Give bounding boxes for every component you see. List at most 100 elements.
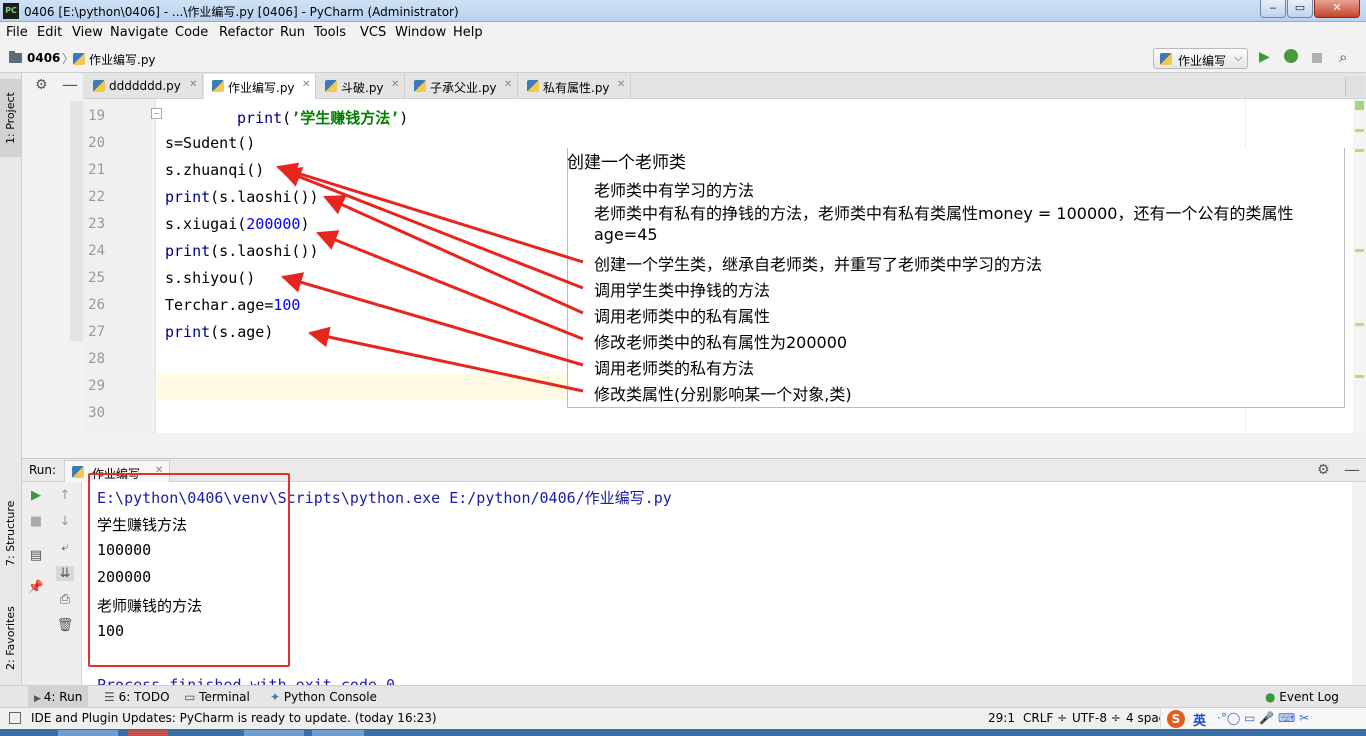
breadcrumb-project[interactable]: 0406 (27, 51, 60, 65)
gear-icon[interactable]: ⚙ (35, 77, 48, 93)
tab-label: ddddddd.py (109, 79, 181, 93)
taskbar-item[interactable] (58, 730, 118, 736)
python-file-icon (212, 80, 224, 92)
tab-siyou-shuxing[interactable]: 私有属性.py ✕ (519, 74, 631, 99)
menu-tools[interactable]: Tools (314, 25, 346, 40)
menu-window[interactable]: Window (395, 25, 446, 40)
close-icon[interactable]: ✕ (189, 79, 197, 90)
windows-taskbar (0, 729, 1366, 736)
menu-view[interactable]: View (72, 25, 103, 40)
caret-position[interactable]: 29:1 (988, 711, 1015, 725)
code-line-21: s.zhuanqi() (165, 161, 265, 179)
gear-icon[interactable]: ⚙ (1317, 462, 1330, 478)
tab-label: 斗破.py (341, 81, 384, 95)
input-method-toolbar: S 英 ·°◯ ▭ 🎤 ⌨ ✂ (1160, 708, 1366, 730)
menu-edit[interactable]: Edit (37, 25, 62, 40)
python-file-icon (73, 53, 85, 65)
stop-icon[interactable] (1312, 53, 1322, 63)
file-encoding[interactable]: UTF-8 ÷ (1072, 711, 1121, 725)
menu-run[interactable]: Run (280, 25, 305, 40)
warning-marker[interactable] (1355, 249, 1364, 252)
tool-tab-terminal[interactable]: ▭ Terminal (184, 690, 250, 704)
layout-icon[interactable]: ▤ (27, 548, 45, 563)
close-button[interactable]: ✕ (1314, 0, 1360, 18)
print-icon[interactable]: ⎙ (56, 592, 74, 607)
arrow-down-icon[interactable]: ↓ (56, 514, 74, 529)
tool-tab-todo[interactable]: ☰ 6: TODO (104, 690, 170, 704)
chevron-down-icon: ⌵ (1234, 51, 1243, 64)
status-message[interactable]: IDE and Plugin Updates: PyCharm is ready… (31, 711, 437, 725)
close-icon[interactable]: ✕ (617, 79, 625, 90)
tool-tab-run[interactable]: ▶ 4: Run (28, 686, 89, 708)
soft-wrap-icon[interactable]: ⤶ (56, 540, 74, 555)
maximize-button[interactable]: ▭ (1287, 0, 1313, 18)
tool-window-toggle-icon[interactable] (9, 712, 21, 724)
pycharm-logo-icon: PC (3, 3, 19, 19)
tab-doupo[interactable]: 斗破.py ✕ (317, 74, 405, 99)
line-number: 24 (88, 243, 105, 259)
close-icon[interactable]: ✕ (504, 79, 512, 90)
run-configuration-select[interactable]: 作业编写 ⌵ (1153, 48, 1248, 69)
line-number: 19 (88, 108, 105, 124)
annotation-item: 调用学生类中挣钱的方法 (594, 281, 771, 300)
close-icon[interactable]: ✕ (302, 79, 310, 90)
menu-file[interactable]: File (6, 25, 28, 40)
line-number: 21 (88, 162, 105, 178)
code-line-27: print(s.age) (165, 323, 274, 341)
line-separator[interactable]: CRLF ÷ (1023, 711, 1067, 725)
hide-panel-icon[interactable]: — (62, 75, 78, 94)
taskbar-item[interactable] (312, 730, 364, 736)
arrow-up-icon[interactable]: ↑ (56, 488, 74, 503)
python-file-icon (72, 466, 84, 478)
warning-marker[interactable] (1355, 375, 1364, 378)
annotation-item: 调用老师类中的私有属性 (594, 307, 771, 326)
play-icon: ▶ (34, 694, 44, 704)
bottom-tool-tabs: ▶ 4: Run ☰ 6: TODO ▭ Terminal ✦ Python C… (0, 685, 1366, 708)
pin-icon[interactable]: 📌 (27, 580, 45, 595)
sogou-ime-icon[interactable]: S (1167, 710, 1185, 728)
hide-panel-icon[interactable]: — (1344, 460, 1360, 479)
menu-refactor[interactable]: Refactor (219, 25, 274, 40)
menu-vcs[interactable]: VCS (360, 25, 386, 40)
tool-tab-favorites[interactable]: 2: Favorites (0, 593, 22, 683)
line-number: 30 (88, 405, 105, 421)
ime-language-toggle[interactable]: 英 (1193, 710, 1206, 729)
line-number: 23 (88, 216, 105, 232)
scroll-to-end-icon[interactable]: ⇊ (56, 566, 74, 581)
code-line-19: print(’学生赚钱方法’) (237, 109, 409, 127)
search-icon[interactable]: ⌕ (1339, 48, 1347, 66)
console-scrollbar[interactable] (1352, 482, 1366, 685)
close-icon[interactable]: ✕ (391, 79, 399, 90)
project-scrollbar[interactable] (70, 101, 83, 341)
warning-marker[interactable] (1355, 323, 1364, 326)
breadcrumb-file[interactable]: 作业编写.py (89, 51, 156, 68)
tab-zuoye-bianxie[interactable]: 作业编写.py ✕ (204, 74, 316, 99)
ime-tool-icons[interactable]: ·°◯ ▭ 🎤 ⌨ ✂ (1217, 711, 1309, 725)
tool-tab-label: 6: TODO (118, 690, 170, 704)
minimize-button[interactable]: ‒ (1260, 0, 1286, 18)
tab-zicheng-fuye[interactable]: 子承父业.py ✕ (406, 74, 518, 99)
warning-marker[interactable] (1355, 149, 1364, 152)
taskbar-item[interactable] (128, 730, 168, 736)
tool-tab-python-console[interactable]: ✦ Python Console (270, 690, 377, 704)
menu-help[interactable]: Help (453, 25, 483, 40)
run-icon[interactable]: ▶ (1259, 49, 1270, 65)
line-number-gutter: 19 20 21 22 23 24 25 26 27 28 29 30 (83, 99, 156, 433)
tool-tab-event-log[interactable]: ● Event Log (1265, 690, 1339, 704)
taskbar-item[interactable] (244, 730, 304, 736)
debug-icon[interactable] (1284, 49, 1298, 63)
warning-marker[interactable] (1355, 129, 1364, 132)
menu-navigate[interactable]: Navigate (110, 25, 168, 40)
tool-tab-label: Event Log (1279, 690, 1339, 704)
rerun-icon[interactable]: ▶ (27, 488, 45, 503)
fold-marker-icon[interactable]: − (151, 108, 162, 119)
menu-code[interactable]: Code (175, 25, 208, 40)
tool-tab-label: 4: Run (43, 690, 83, 704)
tabs-overflow-button[interactable] (1345, 76, 1365, 96)
tab-ddddddd[interactable]: ddddddd.py ✕ (85, 74, 203, 99)
trash-icon[interactable]: 🗑 (56, 618, 74, 633)
stop-icon[interactable]: ■ (27, 514, 45, 529)
tool-tab-project[interactable]: 1: Project (0, 79, 22, 157)
tool-tab-structure[interactable]: 7: Structure (0, 493, 22, 573)
menu-bar: File Edit View Navigate Code Refactor Ru… (0, 22, 1366, 43)
